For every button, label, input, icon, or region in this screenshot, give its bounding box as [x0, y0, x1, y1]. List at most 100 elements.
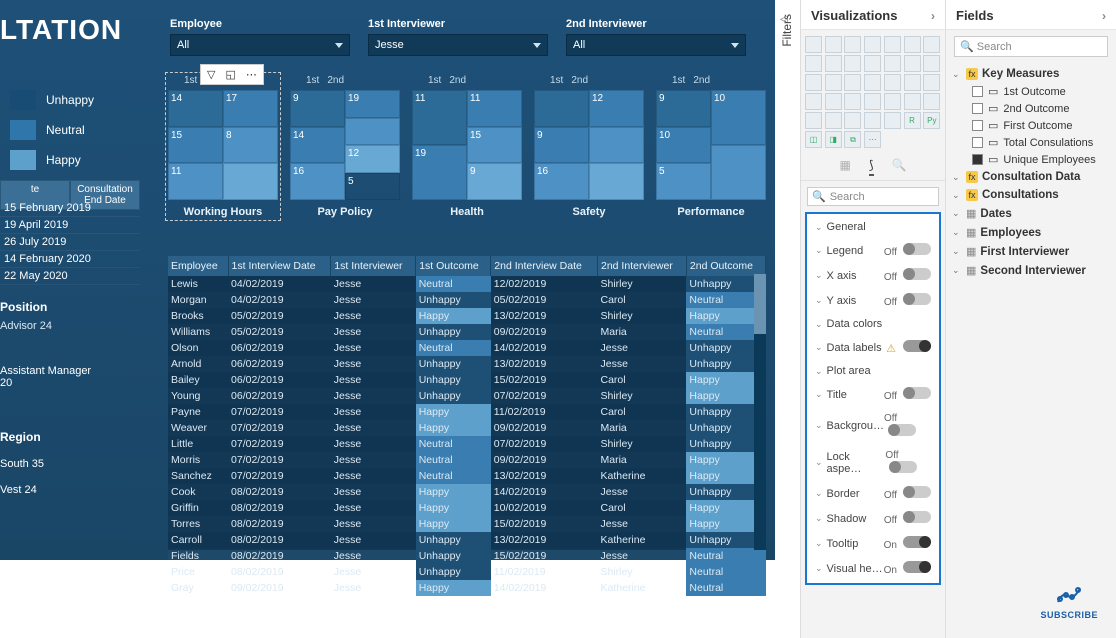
table-row[interactable]: Morgan04/02/2019JesseUnhappy05/02/2019Ca… — [168, 292, 766, 308]
date-row[interactable]: 14 February 2020 — [0, 251, 140, 268]
treemap-visual[interactable]: 1st2nd9141619125Pay Policy — [290, 75, 400, 218]
table-row[interactable]: Little07/02/2019JesseNeutral07/02/2019Sh… — [168, 436, 766, 452]
slicer-1st-interviewer[interactable]: 1st Interviewer Jesse — [368, 18, 548, 56]
table-row[interactable]: Young06/02/2019JesseUnhappy07/02/2019Shi… — [168, 388, 766, 404]
table-row[interactable]: Weaver07/02/2019JesseHappy09/02/2019Mari… — [168, 420, 766, 436]
field-item[interactable]: ▭First Outcome — [950, 117, 1112, 134]
slicer-employee[interactable]: Employee All — [170, 18, 350, 56]
viz-type-icon[interactable] — [844, 55, 861, 72]
format-section-border[interactable]: ⌄BorderOff — [807, 481, 939, 506]
table-row[interactable]: Griffin08/02/2019JesseHappy10/02/2019Car… — [168, 500, 766, 516]
format-section-legend[interactable]: ⌄LegendOff — [807, 238, 939, 263]
tree-cell[interactable]: 11 — [467, 90, 522, 127]
toggle-switch[interactable] — [889, 461, 917, 473]
table-node-consultation-data[interactable]: ⌄fxConsultation Data — [950, 168, 1112, 186]
slicer-2nd-interviewer[interactable]: 2nd Interviewer All — [566, 18, 746, 56]
date-row[interactable]: 15 February 2019 — [0, 200, 140, 217]
table-scrollbar-thumb[interactable] — [754, 274, 766, 334]
tree-cell[interactable]: 14 — [168, 90, 223, 127]
tree-cell[interactable]: 10 — [656, 127, 711, 164]
tree-cell[interactable]: 5 — [656, 163, 711, 200]
viz-type-icon[interactable]: ⋯ — [864, 131, 881, 148]
viz-type-icon[interactable] — [923, 93, 940, 110]
format-section-y-axis[interactable]: ⌄Y axisOff — [807, 288, 939, 313]
format-section-visual-he-[interactable]: ⌄Visual he…On — [807, 556, 939, 581]
table-row[interactable]: Torres08/02/2019JesseHappy15/02/2019Jess… — [168, 516, 766, 532]
toggle-switch[interactable] — [903, 340, 931, 352]
tree-cell[interactable]: 15 — [467, 127, 522, 164]
table-row[interactable]: Carroll08/02/2019JesseUnhappy13/02/2019K… — [168, 532, 766, 548]
toggle-switch[interactable] — [903, 243, 931, 255]
table-row[interactable]: Olson06/02/2019JesseNeutral14/02/2019Jes… — [168, 340, 766, 356]
viz-type-icon[interactable]: R — [904, 112, 921, 129]
viz-type-icon[interactable] — [884, 55, 901, 72]
viz-type-icon[interactable] — [825, 74, 842, 91]
viz-type-icon[interactable] — [805, 93, 822, 110]
viz-type-icon[interactable] — [884, 93, 901, 110]
subscribe-badge[interactable]: SUBSCRIBE — [1040, 582, 1098, 620]
table-row[interactable]: Payne07/02/2019JesseHappy11/02/2019Carol… — [168, 404, 766, 420]
tree-cell[interactable]: 19 — [412, 145, 467, 200]
treemap-visual[interactable]: 1st2nd91612Safety — [534, 75, 644, 218]
viz-type-icon[interactable]: ◨ — [825, 131, 842, 148]
table-row[interactable]: Gray09/02/2019JesseHappy14/02/2019Kather… — [168, 580, 766, 596]
tree-cell[interactable]: 16 — [290, 163, 345, 200]
filter-icon[interactable]: ▽ — [202, 66, 220, 83]
checkbox[interactable] — [972, 137, 983, 148]
tree-cell[interactable]: 9 — [290, 90, 345, 127]
viz-type-icon[interactable] — [904, 74, 921, 91]
treemap-visual[interactable]: 1st2nd111911159Health — [412, 75, 522, 218]
tree-cell[interactable] — [223, 163, 278, 200]
toggle-switch[interactable] — [903, 561, 931, 573]
viz-type-icon[interactable] — [864, 36, 881, 53]
col-header[interactable]: 1st Interviewer — [331, 256, 416, 276]
format-section-shadow[interactable]: ⌄ShadowOff — [807, 506, 939, 531]
tree-cell[interactable]: 9 — [534, 127, 589, 164]
table-row[interactable]: Arnold06/02/2019JesseUnhappy13/02/2019Je… — [168, 356, 766, 372]
viz-type-icon[interactable] — [864, 112, 881, 129]
tree-cell[interactable] — [534, 90, 589, 127]
toggle-switch[interactable] — [903, 511, 931, 523]
viz-type-icon[interactable] — [844, 74, 861, 91]
table-row[interactable]: Cook08/02/2019JesseHappy14/02/2019JesseU… — [168, 484, 766, 500]
col-header[interactable]: Employee — [168, 256, 228, 276]
filters-pane-collapsed[interactable]: Filters — [780, 14, 794, 47]
date-row[interactable]: 26 July 2019 — [0, 234, 140, 251]
viz-type-icon[interactable]: ⧉ — [844, 131, 861, 148]
viz-type-icon[interactable] — [864, 74, 881, 91]
tree-cell[interactable]: 8 — [223, 127, 278, 164]
slicer-dropdown[interactable]: All — [170, 34, 350, 56]
field-item[interactable]: ▭2nd Outcome — [950, 100, 1112, 117]
viz-type-icon[interactable] — [844, 93, 861, 110]
viz-type-icon[interactable] — [904, 36, 921, 53]
field-item[interactable]: ▭1st Outcome — [950, 83, 1112, 100]
format-section-plot-area[interactable]: ⌄Plot area — [807, 360, 939, 382]
table-node-second-interviewer[interactable]: ⌄▦Second Interviewer — [950, 261, 1112, 280]
table-row[interactable]: Morris07/02/2019JesseNeutral09/02/2019Ma… — [168, 452, 766, 468]
viz-type-icon[interactable] — [805, 112, 822, 129]
viz-type-icon[interactable] — [884, 36, 901, 53]
slicer-dropdown[interactable]: All — [566, 34, 746, 56]
table-node-first-interviewer[interactable]: ⌄▦First Interviewer — [950, 242, 1112, 261]
viz-type-icon[interactable]: Py — [923, 112, 940, 129]
table-row[interactable]: Brooks05/02/2019JesseHappy13/02/2019Shir… — [168, 308, 766, 324]
tree-cell[interactable]: 5 — [345, 173, 400, 201]
table-row[interactable]: Fields08/02/2019JesseUnhappy15/02/2019Je… — [168, 548, 766, 564]
viz-type-icon[interactable] — [825, 36, 842, 53]
format-roller-icon[interactable]: ⟆ — [869, 158, 874, 176]
viz-type-icon[interactable] — [923, 55, 940, 72]
table-row[interactable]: Lewis04/02/2019JesseNeutral12/02/2019Shi… — [168, 276, 766, 292]
table-row[interactable]: Price08/02/2019JesseUnhappy11/02/2019Shi… — [168, 564, 766, 580]
viz-type-icon[interactable] — [805, 55, 822, 72]
field-item[interactable]: ▭Total Consulations — [950, 134, 1112, 151]
viz-type-icon[interactable] — [904, 93, 921, 110]
toggle-switch[interactable] — [903, 536, 931, 548]
viz-type-icon[interactable] — [844, 36, 861, 53]
viz-type-icon[interactable] — [884, 74, 901, 91]
treemap-visual[interactable]: 1st2nd141511178Working Hours — [168, 75, 278, 218]
viz-type-icon[interactable] — [923, 36, 940, 53]
treemap-visual[interactable]: 1st2nd910510Performance — [656, 75, 766, 218]
tree-cell[interactable] — [589, 127, 644, 164]
chevron-right-icon[interactable]: › — [931, 9, 935, 23]
viz-type-icon[interactable] — [825, 112, 842, 129]
